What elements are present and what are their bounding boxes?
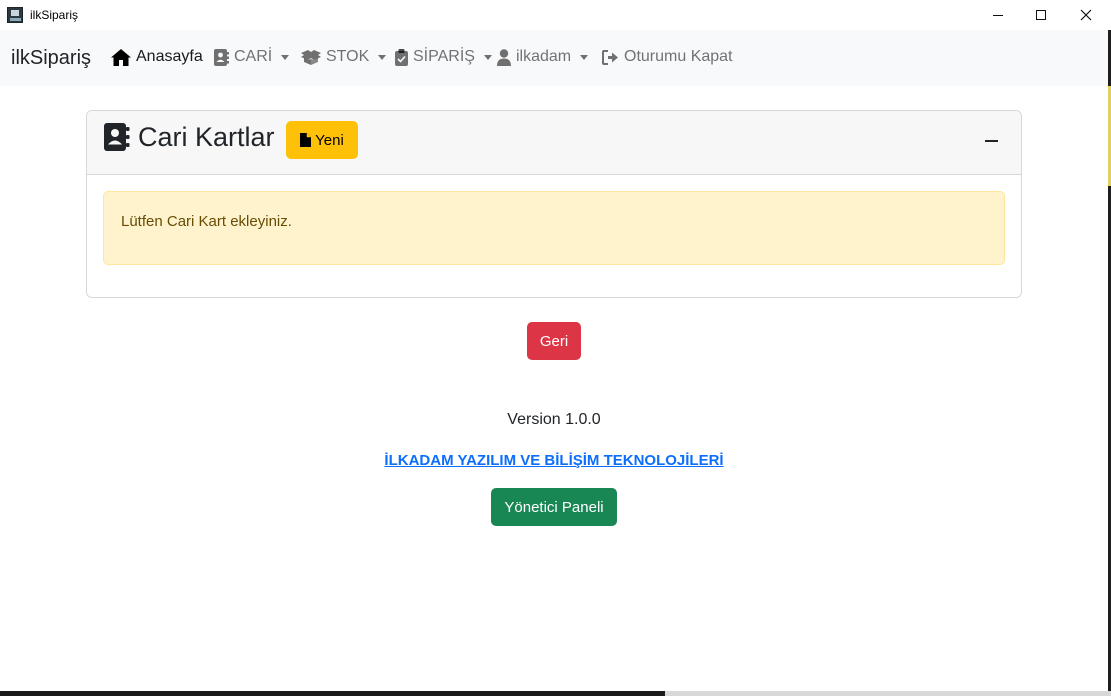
nav-item-label: STOK — [326, 48, 370, 65]
cari-cards-panel: Cari Kartlar Yeni Lütfen Cari Kart ekley… — [86, 110, 1022, 298]
address-book-icon — [214, 48, 229, 66]
empty-alert: Lütfen Cari Kart ekleyiniz. — [103, 191, 1005, 265]
card-title: Cari Kartlar — [138, 122, 275, 152]
nav-item-user[interactable]: ilkadam — [497, 48, 589, 66]
user-icon — [497, 48, 511, 66]
nav-item-label: ilkadam — [516, 48, 572, 65]
taskbar-edge — [0, 691, 665, 696]
window-title: ilkSipariş — [30, 8, 79, 22]
window-titlebar: ilkSipariş — [0, 0, 1111, 30]
collapse-button[interactable] — [980, 131, 1002, 151]
taskbar-edge-right — [665, 691, 1111, 696]
new-button-label: Yeni — [315, 131, 344, 149]
maximize-button[interactable] — [1018, 0, 1064, 30]
nav-item-label: CARİ — [234, 48, 273, 65]
home-icon — [111, 48, 131, 66]
nav-item-stok[interactable]: STOK — [301, 48, 387, 66]
app-icon — [7, 7, 23, 23]
nav-item-label: Anasayfa — [136, 48, 203, 65]
nav-item-label: Oturumu Kapat — [624, 48, 733, 65]
chevron-down-icon — [378, 54, 387, 60]
boxes-icon — [301, 50, 321, 65]
sign-out-icon — [602, 49, 618, 65]
new-card-button[interactable]: Yeni — [286, 121, 358, 159]
version-text: Version 1.0.0 — [507, 411, 601, 428]
admin-panel-button[interactable]: Yönetici Paneli — [491, 488, 617, 526]
back-button[interactable]: Geri — [527, 322, 581, 360]
chevron-down-icon — [580, 54, 589, 60]
maximize-icon — [1036, 10, 1046, 20]
chevron-down-icon — [281, 54, 290, 60]
navbar: ilkSipariş Anasayfa CARİ STOK SİPARİŞ il… — [0, 30, 1108, 86]
clipboard-check-icon — [395, 48, 408, 66]
close-icon — [1080, 9, 1092, 21]
address-book-icon — [104, 123, 130, 151]
company-link[interactable]: İLKADAM YAZILIM VE BİLİŞİM TEKNOLOJİLERİ — [0, 452, 1108, 469]
minus-icon — [984, 140, 998, 142]
nav-item-logout[interactable]: Oturumu Kapat — [602, 48, 733, 66]
close-button[interactable] — [1063, 0, 1109, 30]
nav-item-label: SİPARİŞ — [413, 48, 475, 65]
file-icon — [300, 133, 312, 147]
card-header: Cari Kartlar Yeni — [87, 111, 1021, 175]
minimize-button[interactable] — [975, 0, 1021, 30]
minimize-icon — [993, 14, 1003, 16]
alert-text: Lütfen Cari Kart ekleyiniz. — [121, 213, 292, 230]
nav-item-home[interactable]: Anasayfa — [111, 48, 203, 66]
nav-item-siparis[interactable]: SİPARİŞ — [395, 48, 492, 66]
nav-item-cari[interactable]: CARİ — [214, 48, 290, 66]
chevron-down-icon — [483, 54, 492, 60]
navbar-brand[interactable]: ilkSipariş — [11, 47, 91, 70]
